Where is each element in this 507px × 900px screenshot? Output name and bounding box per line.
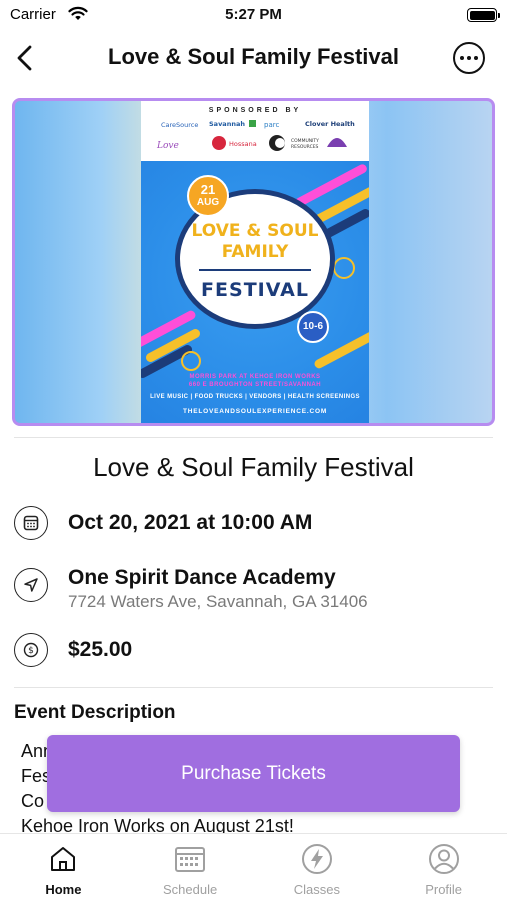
sponsor-logo-script: Love [156, 141, 179, 151]
poster-date-day: 21 [200, 182, 216, 197]
venue-address: 7724 Waters Ave, Savannah, GA 31406 [68, 592, 368, 611]
status-bar: Carrier 5:27 PM [0, 0, 507, 30]
tab-label: Schedule [163, 882, 218, 897]
calendar-icon [173, 842, 207, 876]
event-datetime: Oct 20, 2021 at 10:00 AM [68, 511, 313, 534]
lightning-icon [300, 842, 334, 876]
sponsor-logo-umbrella [327, 138, 347, 147]
svg-text:RESOURCES: RESOURCES [291, 144, 319, 150]
navigation-bar: Love & Soul Family Festival [0, 30, 507, 86]
divider [14, 687, 493, 688]
chevron-left-icon [17, 45, 32, 71]
tab-bar: Home Schedule Classes Profile [0, 833, 507, 900]
event-detail-screen: Carrier 5:27 PM Love & Soul Family Festi… [0, 0, 507, 900]
tab-label: Home [45, 882, 82, 897]
venue-name: One Spirit Dance Academy [68, 566, 336, 589]
battery-tip [498, 12, 500, 18]
poster-venue: MORRIS PARK AT KEHOE IRON WORKS 660 E BR… [141, 373, 369, 389]
poster-title-line: FESTIVAL [201, 279, 309, 301]
tab-schedule[interactable]: Schedule [127, 834, 254, 900]
more-options-button[interactable] [453, 42, 485, 74]
sponsor-logo-savannah: Savannah [209, 120, 245, 128]
sponsor-logo-clover: Clover Health [305, 120, 355, 128]
sponsor-logo-square [249, 120, 256, 127]
event-banner-image: SPONSORED BY CareSource Savannah parc Cl… [12, 98, 495, 426]
poster-date-badge: 21 AUG [187, 175, 229, 217]
event-poster: SPONSORED BY CareSource Savannah parc Cl… [141, 101, 369, 423]
battery-fill [469, 10, 495, 20]
sponsor-logo-hossana [212, 136, 226, 150]
profile-icon [427, 842, 461, 876]
event-location-row[interactable]: One Spirit Dance Academy 7724 Waters Ave… [14, 566, 494, 614]
event-price: $25.00 [68, 638, 133, 661]
dollar-icon: $ [14, 633, 48, 667]
event-price-row: $ $25.00 [14, 633, 494, 669]
sponsor-logo-caresource: CareSource [161, 121, 198, 129]
sponsor-logo-parc: parc [264, 121, 279, 129]
svg-text:$: $ [28, 646, 34, 656]
sponsor-logo-community: COMMUNITY [291, 138, 319, 144]
poster-ring [333, 257, 355, 279]
description-heading: Event Description [14, 702, 176, 723]
back-button[interactable] [8, 40, 40, 76]
purchase-tickets-button[interactable]: Purchase Tickets [47, 735, 460, 812]
tab-label: Profile [425, 882, 463, 897]
poster-title-line: FAMILY [221, 242, 289, 262]
tab-label: Classes [293, 882, 340, 897]
poster-hours-badge: 10-6 [297, 311, 329, 343]
tab-profile[interactable]: Profile [380, 834, 507, 900]
poster-amenities: LIVE MUSIC | FOOD TRUCKS | VENDORS | HEA… [150, 394, 360, 400]
poster-website: THELOVEANDSOULEXPERIENCE.COM [182, 408, 328, 415]
poster-title-line: LOVE & SOUL [191, 221, 319, 241]
divider [14, 437, 493, 438]
clock: 5:27 PM [225, 6, 282, 23]
calendar-icon [14, 506, 48, 540]
poster-venue-line: MORRIS PARK AT KEHOE IRON WORKS [189, 374, 321, 380]
poster-ring [181, 351, 201, 371]
more-dot [460, 56, 464, 60]
battery-icon [467, 8, 500, 22]
tab-home[interactable]: Home [0, 834, 127, 900]
poster-rule [199, 269, 311, 271]
more-dot [474, 56, 478, 60]
page-title: Love & Soul Family Festival [108, 44, 399, 69]
poster-venue-line: 660 E BROUGHTON STREET/SAVANNAH [188, 382, 322, 388]
poster-date-month: AUG [196, 197, 220, 208]
sponsor-panel: SPONSORED BY CareSource Savannah parc Cl… [141, 101, 369, 161]
location-arrow-icon [14, 568, 48, 602]
home-icon [46, 842, 80, 876]
event-date-row: Oct 20, 2021 at 10:00 AM [14, 506, 494, 542]
sponsor-logos: CareSource Savannah parc Clover Health L… [156, 120, 355, 151]
event-title: Love & Soul Family Festival [93, 452, 414, 482]
more-dot [467, 56, 471, 60]
tab-classes[interactable]: Classes [254, 834, 381, 900]
sponsor-logo-hossana-text: Hossana [229, 140, 257, 148]
